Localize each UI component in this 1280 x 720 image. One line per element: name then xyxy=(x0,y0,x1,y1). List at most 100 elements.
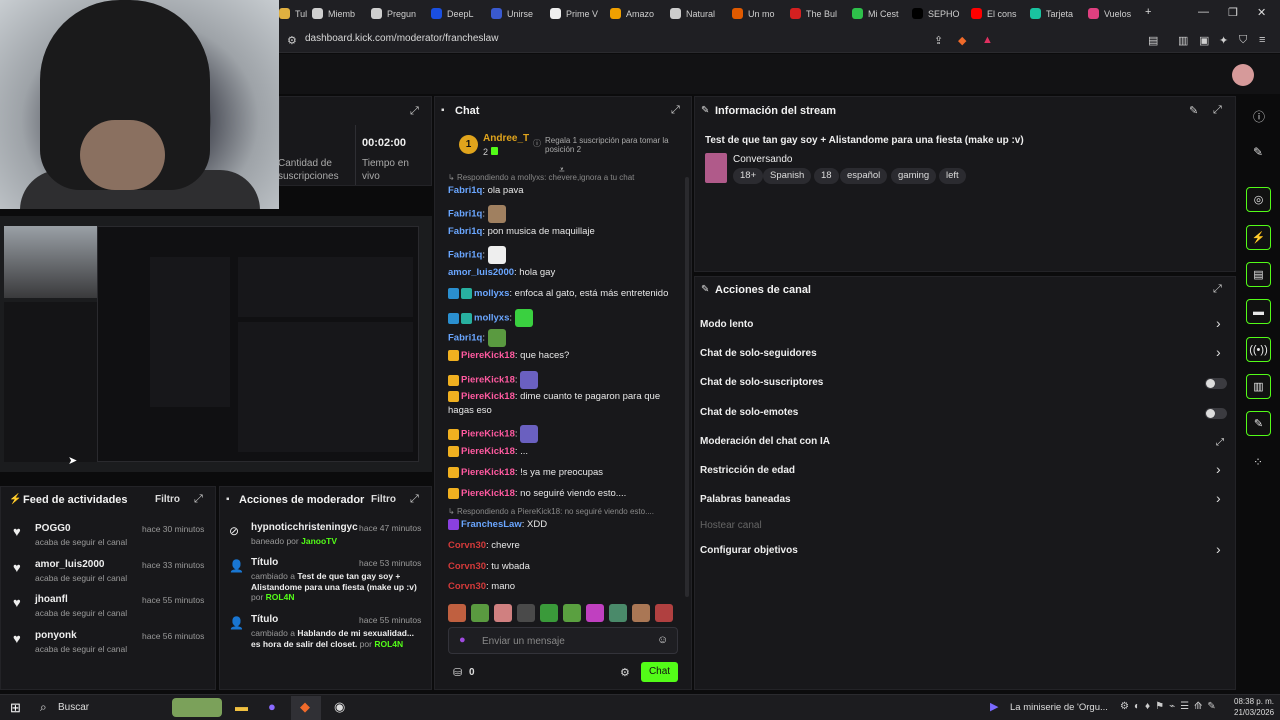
external-link-icon[interactable]: ⤢ xyxy=(1216,437,1224,448)
chat-username[interactable]: amor_luis2000 xyxy=(448,267,514,278)
leader-name[interactable]: Andree_T xyxy=(483,133,529,144)
expand-icon[interactable]: ⤢ xyxy=(410,493,419,506)
channel-action-item[interactable]: Chat de solo-suscriptores xyxy=(700,377,823,388)
browser-tab[interactable]: The Bul xyxy=(790,4,842,23)
browser-tab[interactable]: Tarjeta xyxy=(1030,4,1082,23)
site-settings-icon[interactable]: ⚙ xyxy=(287,34,297,47)
toggle-switch[interactable] xyxy=(1205,408,1227,419)
chat-username[interactable]: Fabri1q xyxy=(448,209,482,220)
moderator-name[interactable]: ROL4N xyxy=(266,592,295,602)
stream-preview[interactable]: ➤ xyxy=(0,216,432,472)
chat-username[interactable]: Fabri1q xyxy=(448,250,482,261)
tray-icons[interactable]: ⚙◐♦⚑⌁☰⟰✎ xyxy=(1120,701,1221,712)
emote-shortcut-icon[interactable] xyxy=(609,604,627,622)
channel-action-item[interactable]: Palabras baneadas xyxy=(700,494,791,505)
emote-shortcut-icon[interactable] xyxy=(471,604,489,622)
browser-tab[interactable]: Mi Cest xyxy=(852,4,904,23)
chat-settings-icon[interactable]: ⚙ xyxy=(620,666,630,679)
obs-icon[interactable]: ◉ xyxy=(334,699,345,715)
wallet-icon[interactable]: ▣ xyxy=(1199,34,1209,47)
moderator-name[interactable]: ROL4N xyxy=(374,639,403,649)
chat-username[interactable]: FranchesLaw xyxy=(461,519,522,530)
browser-tab[interactable]: Miemb xyxy=(312,4,364,23)
toggle-switch[interactable] xyxy=(1205,378,1227,389)
document-icon[interactable]: ▤ xyxy=(1246,262,1271,287)
chat-username[interactable]: Fabri1q xyxy=(448,185,482,196)
browser-tab[interactable]: Natural xyxy=(670,4,722,23)
pencil-icon[interactable]: ✎ xyxy=(1253,145,1263,159)
browser-tab[interactable]: El cons xyxy=(971,4,1023,23)
menu-icon[interactable]: ≡ xyxy=(1259,34,1265,46)
feed-username[interactable]: jhoanfl xyxy=(35,594,68,605)
chevron-right-icon[interactable]: › xyxy=(1216,315,1221,331)
ai-icon[interactable]: ✦ xyxy=(1219,34,1228,47)
browser-tab[interactable]: SEPHO xyxy=(912,4,964,23)
mic-icon[interactable]: ● xyxy=(459,634,466,646)
share-icon[interactable]: ⇪ xyxy=(934,34,943,47)
tools-icon[interactable]: ✎ xyxy=(1246,411,1271,436)
user-avatar[interactable] xyxy=(1232,64,1254,86)
browser-tab[interactable]: Unirse xyxy=(491,4,543,23)
brave-shield-icon[interactable]: ◆ xyxy=(958,34,966,47)
stream-tag[interactable]: español xyxy=(840,168,888,184)
search-icon[interactable]: ⌕ xyxy=(40,700,47,715)
emote-shortcut-icon[interactable] xyxy=(563,604,581,622)
channel-action-item[interactable]: Restricción de edad xyxy=(700,465,795,476)
chat-username[interactable]: PiereKick18 xyxy=(461,375,515,386)
media-icon[interactable]: ▶ xyxy=(990,700,998,713)
channel-action-item[interactable]: Chat de solo-seguidores xyxy=(700,348,817,359)
edit-icon[interactable]: ✎ xyxy=(1189,104,1198,117)
channel-action-item[interactable]: Modo lento xyxy=(700,319,753,330)
chat-username[interactable]: Fabri1q xyxy=(448,333,482,344)
chat-username[interactable]: PiereKick18 xyxy=(461,429,515,440)
emote-shortcut-icon[interactable] xyxy=(632,604,650,622)
close-icon[interactable]: ✕ xyxy=(1257,6,1266,19)
chevron-right-icon[interactable]: › xyxy=(1216,344,1221,360)
expand-icon[interactable]: ⤢ xyxy=(1213,283,1222,296)
browser-tab[interactable]: DeepL xyxy=(431,4,483,23)
screenshot-icon[interactable]: ◎ xyxy=(1246,187,1271,212)
more-icon[interactable]: ⁘ xyxy=(1253,455,1263,469)
stream-tag[interactable]: gaming xyxy=(891,168,937,184)
minimize-icon[interactable]: — xyxy=(1198,6,1209,18)
discord-icon[interactable]: ● xyxy=(268,699,276,714)
channel-action-item[interactable]: Configurar objetivos xyxy=(700,545,798,556)
channel-action-item[interactable]: Moderación del chat con IA xyxy=(700,436,830,447)
brave-icon[interactable]: ◆ xyxy=(300,699,310,715)
chevron-right-icon[interactable]: › xyxy=(1216,541,1221,557)
mod-action-subject[interactable]: Título xyxy=(251,614,278,625)
chat-username[interactable]: PiereKick18 xyxy=(461,488,515,499)
vpn-icon[interactable]: ⛉ xyxy=(1239,34,1247,47)
feed-username[interactable]: ponyonk xyxy=(35,630,77,641)
emote-shortcut-icon[interactable] xyxy=(540,604,558,622)
filter-button[interactable]: Filtro xyxy=(155,494,180,505)
points-icon[interactable]: ⛁ xyxy=(453,666,462,679)
sidebar-icon[interactable]: ▤ xyxy=(1148,34,1158,47)
rewards-icon[interactable]: ▲ xyxy=(982,34,993,46)
chevron-right-icon[interactable]: › xyxy=(1216,490,1221,506)
expand-icon[interactable]: ⤢ xyxy=(671,104,680,117)
emote-shortcut-icon[interactable] xyxy=(517,604,535,622)
chat-username[interactable]: Corvn30 xyxy=(448,561,486,572)
maximize-icon[interactable]: ❐ xyxy=(1228,6,1238,19)
chat-username[interactable]: Fabri1q xyxy=(448,226,482,237)
now-playing[interactable]: La miniserie de 'Orgu... xyxy=(1010,702,1108,713)
expand-icon[interactable]: ⤢ xyxy=(1213,104,1222,117)
emoji-icon[interactable]: ☺ xyxy=(657,634,668,646)
message-input[interactable]: ● Enviar un mensaje ☺ xyxy=(448,627,678,654)
browser-tab[interactable]: Vuelos xyxy=(1088,4,1140,23)
chat-bubble-icon[interactable]: ▬ xyxy=(1246,299,1271,324)
stream-tag[interactable]: left xyxy=(939,168,966,184)
stream-tag[interactable]: 18+ xyxy=(733,168,764,184)
feed-username[interactable]: POGG0 xyxy=(35,523,71,534)
chat-username[interactable]: PiereKick18 xyxy=(461,446,515,457)
browser-tab[interactable]: Prime V xyxy=(550,4,602,23)
chat-username[interactable]: PiereKick18 xyxy=(461,350,515,361)
expand-icon[interactable]: ⤢ xyxy=(410,105,419,118)
browser-tab[interactable]: Pregun xyxy=(371,4,423,23)
mod-action-subject[interactable]: Título xyxy=(251,557,278,568)
windows-start-icon[interactable]: ⊞ xyxy=(10,700,21,716)
browser-tab[interactable]: Un mo xyxy=(732,4,784,23)
taskbar-search[interactable]: Buscar xyxy=(58,702,89,713)
file-explorer-icon[interactable]: ▬ xyxy=(235,699,248,714)
